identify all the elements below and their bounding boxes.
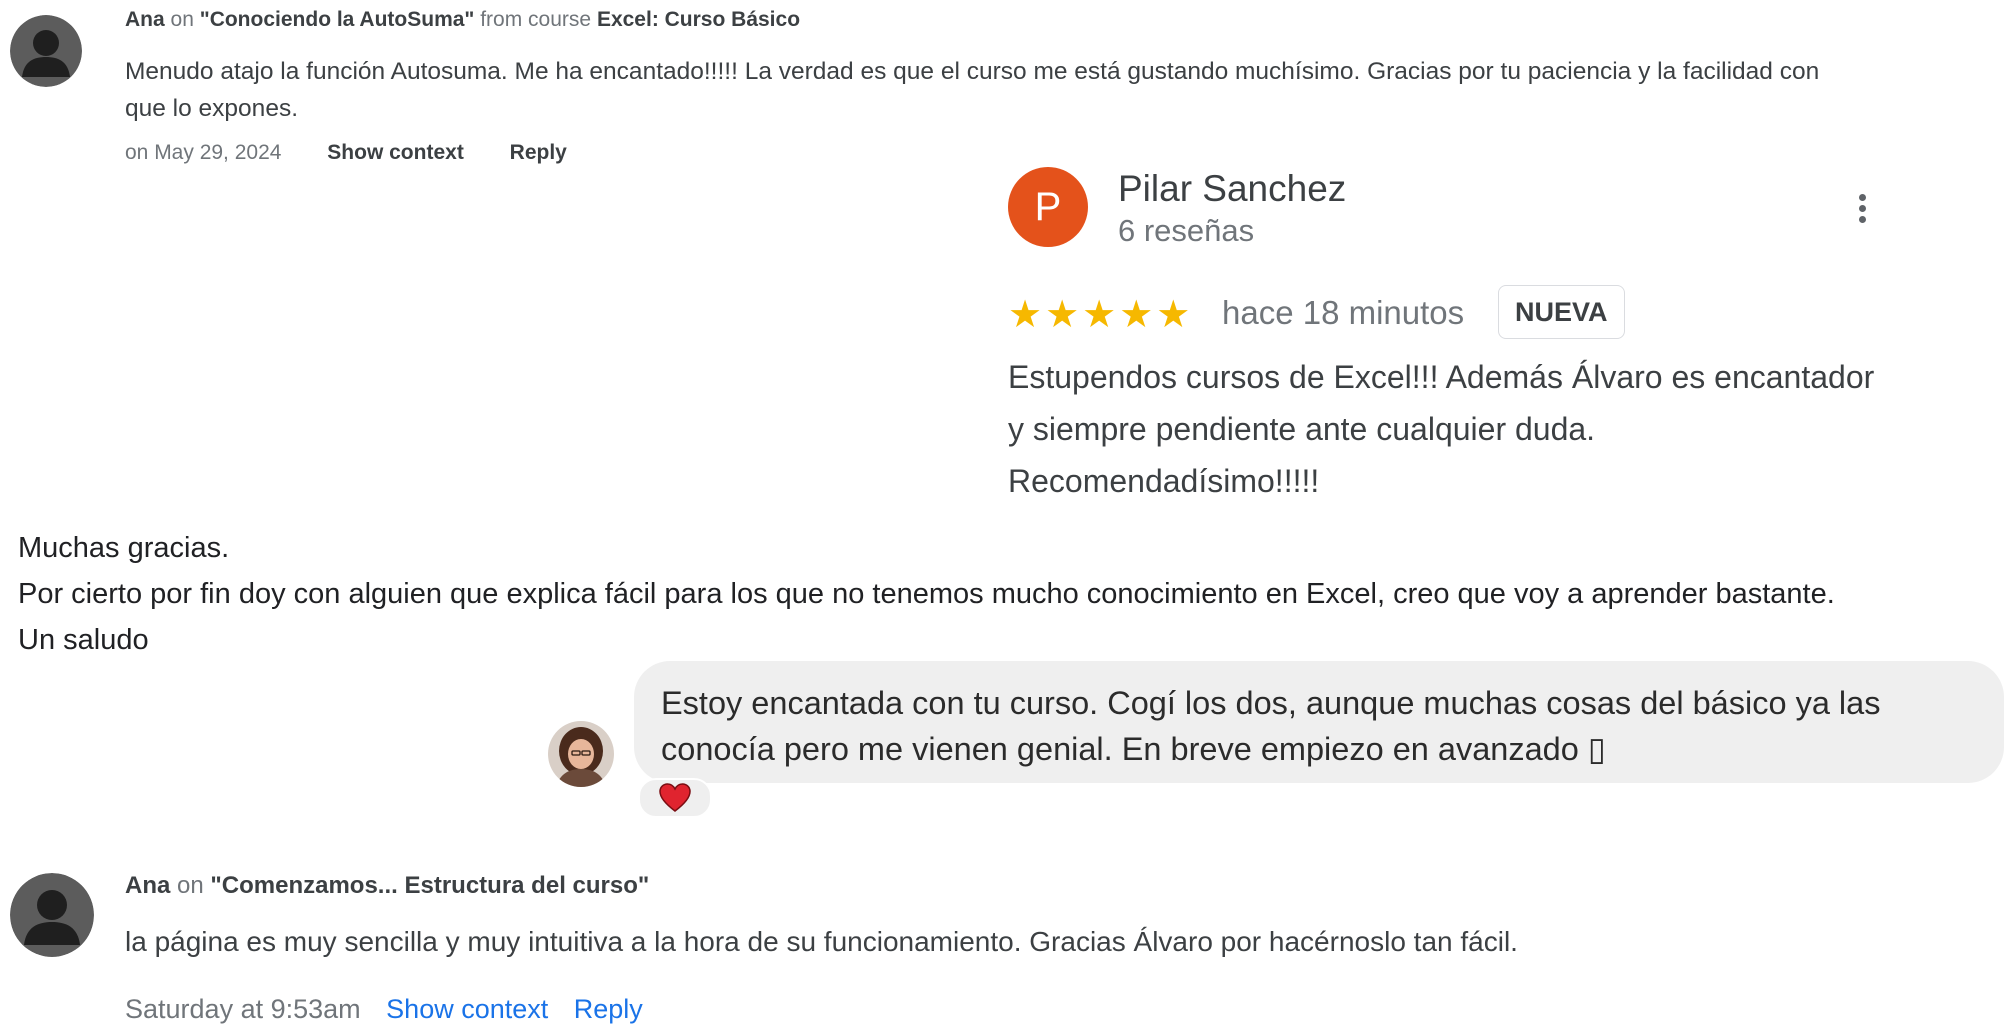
user-avatar[interactable] bbox=[10, 15, 82, 87]
email-line: Por cierto por fin doy con alguien que e… bbox=[18, 578, 1835, 610]
review-text: Estupendos cursos de Excel!!! Además Álv… bbox=[1008, 359, 1875, 499]
comment-header: Ana on "Conociendo la AutoSuma" from cou… bbox=[125, 8, 800, 32]
show-context-link[interactable]: Show context bbox=[327, 141, 464, 164]
author-name[interactable]: Ana bbox=[125, 872, 170, 899]
comment-header: Ana on "Comenzamos... Estructura del cur… bbox=[125, 872, 649, 900]
user-avatar[interactable] bbox=[10, 873, 94, 957]
lesson-title[interactable]: "Conociendo la AutoSuma" bbox=[200, 8, 475, 31]
from-word: from course bbox=[480, 8, 592, 31]
person-silhouette-icon bbox=[10, 873, 94, 957]
reviewer-name[interactable]: Pilar Sanchez bbox=[1118, 168, 1346, 210]
comment-date: Saturday at 9:53am bbox=[125, 994, 361, 1024]
comment-body: la página es muy sencilla y muy intuitiv… bbox=[125, 926, 1518, 957]
comment-body: Menudo atajo la función Autosuma. Me ha … bbox=[125, 58, 1820, 122]
course-title[interactable]: Excel: Curso Básico bbox=[597, 8, 800, 31]
comment-date: on May 29, 2024 bbox=[125, 141, 282, 164]
author-name[interactable]: Ana bbox=[125, 8, 165, 31]
more-options-icon[interactable] bbox=[1852, 190, 1872, 240]
star-rating: ★★★★★ bbox=[1008, 294, 1194, 336]
on-word: on bbox=[177, 872, 204, 899]
chat-user-avatar[interactable] bbox=[548, 721, 614, 787]
heart-icon bbox=[659, 783, 691, 812]
review-count[interactable]: 6 reseñas bbox=[1118, 213, 1254, 249]
reply-link[interactable]: Reply bbox=[510, 141, 567, 164]
email-message: Muchas gracias. Por cierto por fin doy c… bbox=[18, 525, 1998, 663]
user-photo-icon bbox=[548, 721, 614, 787]
email-line: Muchas gracias. bbox=[18, 532, 230, 564]
lesson-title[interactable]: "Comenzamos... Estructura del curso" bbox=[210, 872, 649, 899]
show-context-link[interactable]: Show context bbox=[386, 994, 548, 1024]
email-line: Un saludo bbox=[18, 624, 149, 656]
reviewer-avatar[interactable]: P bbox=[1008, 167, 1088, 247]
chat-message: Estoy encantada con tu curso. Cogí los d… bbox=[661, 685, 1881, 767]
comment-footer: Saturday at 9:53am Show context Reply bbox=[125, 994, 643, 1025]
reaction-badge[interactable] bbox=[638, 778, 712, 818]
review-time: hace 18 minutos bbox=[1222, 294, 1465, 331]
new-badge: NUEVA bbox=[1498, 285, 1625, 339]
comment-footer: on May 29, 2024 Show context Reply bbox=[125, 141, 567, 165]
on-word: on bbox=[170, 8, 194, 31]
person-silhouette-icon bbox=[10, 15, 82, 87]
reply-link[interactable]: Reply bbox=[574, 994, 643, 1024]
